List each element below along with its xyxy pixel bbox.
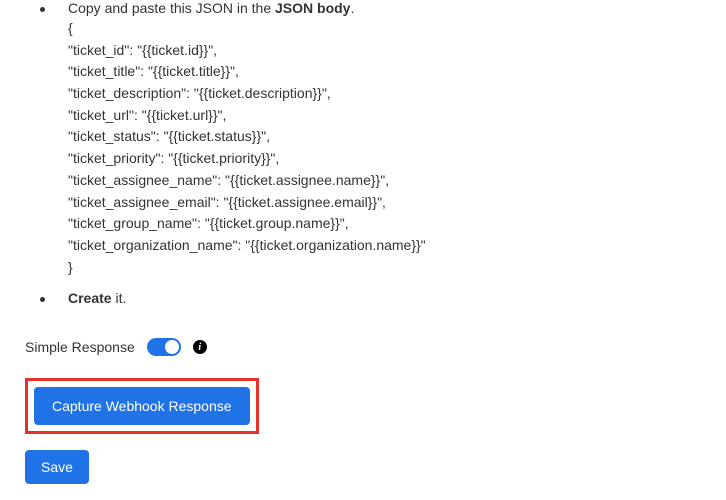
capture-webhook-button[interactable]: Capture Webhook Response xyxy=(34,387,250,425)
simple-response-toggle[interactable] xyxy=(147,338,181,356)
instruction-copy-paste: Copy and paste this JSON in the JSON bod… xyxy=(40,0,726,278)
instruction-copy-paste-text: Copy and paste this JSON in the JSON bod… xyxy=(68,0,354,16)
create-bold: Create xyxy=(68,290,112,306)
toggle-knob xyxy=(165,340,179,354)
json-body-block: { "ticket_id": "{{ticket.id}}", "ticket_… xyxy=(68,18,726,278)
instruction-create: Create it. xyxy=(40,290,726,306)
simple-response-row: Simple Response i xyxy=(25,338,726,356)
copy-paste-bold: JSON body xyxy=(275,0,350,16)
copy-paste-suffix: . xyxy=(350,0,354,16)
info-icon-glyph: i xyxy=(198,342,201,353)
simple-response-label: Simple Response xyxy=(25,339,135,355)
capture-webhook-highlight: Capture Webhook Response xyxy=(25,378,259,434)
lower-section: Simple Response i Capture Webhook Respon… xyxy=(0,318,726,484)
info-icon[interactable]: i xyxy=(193,340,207,354)
create-suffix: it. xyxy=(112,290,127,306)
copy-paste-prefix: Copy and paste this JSON in the xyxy=(68,0,275,16)
save-button[interactable]: Save xyxy=(25,450,89,484)
